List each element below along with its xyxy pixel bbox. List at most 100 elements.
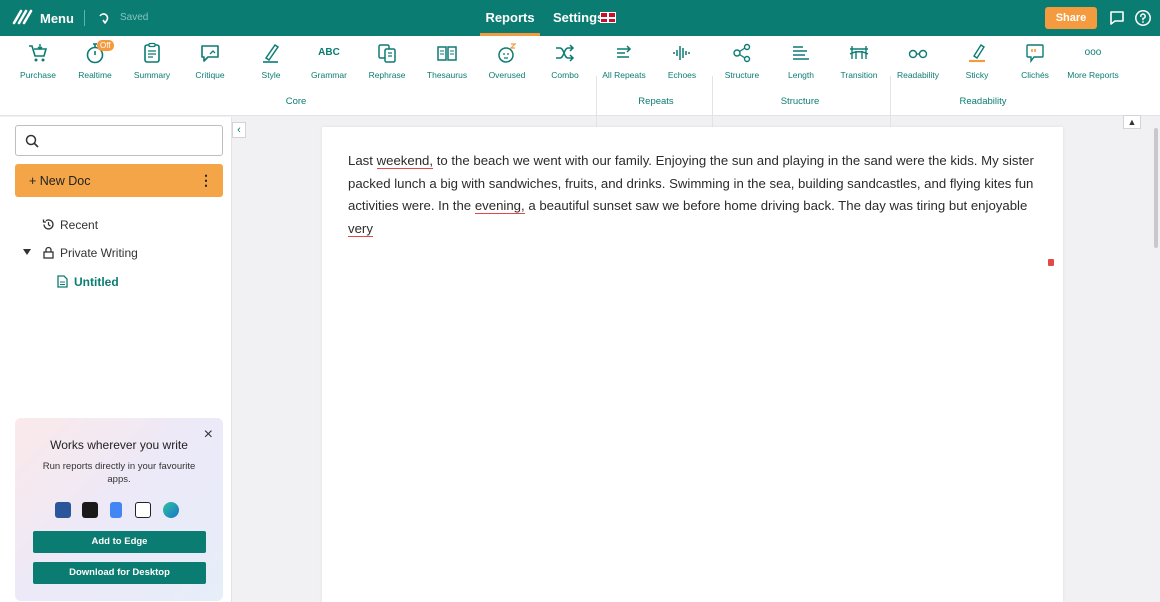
tool-label: Summary (133, 70, 171, 80)
lines-icon (793, 46, 809, 60)
tool-summary[interactable]: Summary (124, 42, 180, 80)
tool-grammar[interactable]: ABC Grammar (301, 42, 357, 80)
speech-quote-icon (1026, 44, 1044, 64)
highlighter-icon (969, 44, 985, 63)
abc-icon: ABC (318, 47, 340, 58)
new-doc-button[interactable]: + New Doc ⋮ (15, 164, 223, 197)
tool-label: Thesaurus (426, 70, 468, 80)
bridge-icon (849, 46, 869, 59)
scrivener-icon (82, 502, 98, 518)
tool-label: Combo (551, 70, 579, 80)
menu-button[interactable]: Menu (40, 11, 74, 26)
flagged-word[interactable]: weekend, (376, 153, 434, 169)
tool-label: Overused (488, 70, 526, 80)
tool-label: Sticky (965, 70, 989, 80)
tool-structure[interactable]: Structure (714, 42, 770, 80)
more-options-icon[interactable]: ⋮ (199, 172, 213, 189)
uk-flag-icon[interactable] (600, 12, 616, 23)
document-icon (57, 275, 68, 288)
sidebar-item-private-writing[interactable]: Private Writing (23, 246, 138, 260)
tool-label: Rephrase (368, 70, 406, 80)
comment-icon[interactable] (1108, 9, 1126, 32)
tab-settings[interactable]: Settings (553, 10, 604, 25)
tool-label: Style (261, 70, 281, 80)
add-to-edge-button[interactable]: Add to Edge (33, 531, 206, 553)
group-label-structure: Structure (780, 96, 820, 107)
sidebar-item-label: Recent (60, 218, 99, 232)
lock-icon (43, 246, 54, 259)
notion-icon (135, 502, 151, 518)
tool-label: All Repeats (602, 70, 646, 80)
tool-sticky[interactable]: Sticky (949, 42, 1005, 80)
tool-combo[interactable]: Combo (537, 42, 593, 80)
caret-down-icon (23, 249, 31, 255)
text-segment: Last (348, 153, 377, 168)
promo-title: Works wherever you write (50, 438, 188, 452)
tool-purchase[interactable]: Purchase (10, 42, 66, 80)
sidebar: + New Doc ⋮ Recent Private Writing Untit… (0, 117, 232, 602)
text-segment: a beautiful sunset saw we before home dr… (524, 198, 1028, 213)
collapse-sidebar-button[interactable]: ‹ (232, 122, 246, 138)
flagged-word[interactable]: evening, (474, 198, 525, 214)
promo-text: Run reports directly in your favourite a… (42, 461, 196, 485)
editor-page[interactable]: Last weekend, to the beach we went with … (322, 127, 1063, 602)
tool-length[interactable]: Length (773, 42, 829, 80)
tool-echoes[interactable]: Echoes (654, 42, 710, 80)
edge-icon (163, 502, 179, 518)
scroll-up-button[interactable]: ▲ (1123, 115, 1141, 129)
repeat-icon (617, 45, 632, 58)
search-input[interactable] (15, 125, 223, 156)
tool-label: Clichés (1021, 70, 1049, 80)
download-desktop-button[interactable]: Download for Desktop (33, 562, 206, 584)
tool-label: Realtime (78, 70, 112, 80)
tool-rephrase[interactable]: Rephrase (359, 42, 415, 80)
sidebar-item-recent[interactable]: Recent (42, 218, 99, 232)
tool-style[interactable]: Style (243, 42, 299, 80)
book-icon (437, 46, 457, 61)
top-bar: Menu Saved Reports Settings Share (0, 0, 1160, 36)
tool-more-reports[interactable]: ooo More Reports (1065, 42, 1121, 80)
critique-icon (201, 45, 219, 62)
flagged-word[interactable]: very (348, 220, 373, 237)
pen-icon (263, 43, 280, 63)
glasses-icon (908, 49, 928, 59)
tool-all-repeats[interactable]: All Repeats (596, 42, 652, 80)
document-text[interactable]: Last weekend, to the beach we went with … (348, 150, 1038, 240)
logo-icon[interactable] (12, 9, 34, 30)
tool-overused[interactable]: Overused (479, 42, 535, 80)
clipboard-icon (144, 42, 160, 63)
scrollbar[interactable] (1154, 128, 1158, 248)
history-icon (42, 219, 54, 230)
tool-label: Grammar (311, 70, 347, 80)
divider (84, 10, 85, 26)
tool-critique[interactable]: Critique (182, 42, 238, 80)
nodes-icon (733, 43, 751, 63)
shuffle-icon (556, 44, 575, 62)
tool-cliches[interactable]: Clichés (1007, 42, 1063, 80)
tool-label: Transition (840, 70, 878, 80)
sidebar-item-untitled[interactable]: Untitled (57, 275, 119, 289)
tool-label: Structure (724, 70, 760, 80)
sidebar-item-label: Private Writing (60, 246, 138, 260)
cloud-sync-icon (96, 10, 112, 31)
tool-realtime[interactable]: Off Realtime (67, 40, 123, 80)
tool-label: Critique (195, 70, 225, 80)
tool-thesaurus[interactable]: Thesaurus (419, 42, 475, 80)
tab-reports[interactable]: Reports (482, 10, 538, 25)
tool-label: Echoes (667, 70, 697, 80)
tool-label: Purchase (20, 70, 56, 80)
sleepy-face-icon (498, 43, 517, 63)
tool-transition[interactable]: Transition (831, 42, 887, 80)
sidebar-item-label: Untitled (74, 275, 119, 289)
share-button[interactable]: Share (1045, 7, 1097, 29)
issue-marker[interactable] (1048, 259, 1054, 266)
tool-label: Length (788, 70, 814, 80)
group-label-repeats: Repeats (638, 96, 674, 107)
google-docs-icon (110, 502, 122, 518)
help-icon[interactable] (1134, 9, 1152, 32)
group-label-core: Core (285, 96, 307, 107)
word-icon (55, 502, 71, 518)
new-doc-label: + New Doc (29, 174, 91, 188)
tool-readability[interactable]: Readability (890, 42, 946, 80)
tool-label: More Reports (1067, 70, 1119, 80)
